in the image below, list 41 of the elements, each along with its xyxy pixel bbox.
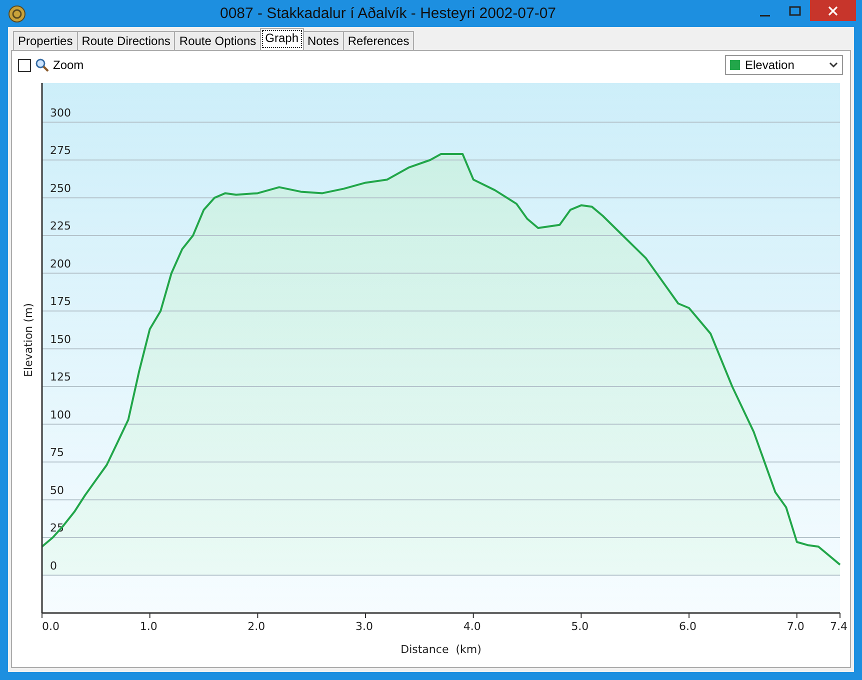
x-tick-label: 3.0 (356, 620, 374, 633)
tab[interactable]: Properties (13, 31, 78, 50)
x-tick-label: 7.0 (786, 620, 804, 633)
y-tick-label: 75 (50, 446, 64, 459)
y-tick-label: 125 (50, 370, 71, 384)
x-tick-label: 1.0 (140, 620, 158, 633)
tab[interactable]: Notes (302, 31, 344, 50)
y-tick-label: 250 (50, 182, 71, 195)
y-tick-label: 150 (50, 332, 71, 346)
y-tick-label: 175 (50, 295, 71, 308)
zoom-checkbox[interactable] (18, 58, 31, 72)
magnifier-icon (35, 58, 49, 72)
tab[interactable]: Route Directions (76, 31, 176, 50)
y-tick-label: 100 (50, 408, 71, 422)
legend-swatch (730, 60, 740, 70)
x-tick-label: 2.0 (248, 620, 266, 633)
y-tick-label: 300 (50, 106, 71, 120)
zoom-label: Zoom (53, 58, 84, 72)
y-axis-title: Elevation (m) (22, 303, 35, 377)
minimize-icon (760, 15, 770, 17)
tab[interactable]: References (342, 31, 414, 50)
window-title: 0087 - Stakkadalur í Aðalvík - Hesteyri 2002-07-07 (218, 5, 557, 22)
y-tick-label: 0 (50, 559, 57, 572)
close-button[interactable] (810, 0, 856, 21)
series-dropdown[interactable]: Elevation (725, 55, 843, 75)
tab[interactable]: Graph (260, 28, 304, 50)
close-icon (828, 6, 838, 16)
y-tick-label: 225 (50, 220, 71, 232)
y-tick-label: 200 (50, 257, 71, 270)
chevron-icon (829, 62, 838, 68)
maximize-icon (789, 6, 801, 16)
x-tick-label: 6.0 (679, 620, 697, 633)
x-tick-label: 0.0 (42, 620, 60, 633)
app-icon (8, 4, 26, 22)
x-tick-label: 7.4 (830, 620, 848, 633)
x-tick-label: 4.0 (463, 620, 481, 633)
x-axis-title: Distance (km) (400, 643, 482, 656)
x-tick-label: 5.0 (571, 620, 589, 633)
y-tick-label: 50 (50, 484, 64, 497)
y-tick-label: 275 (50, 144, 71, 157)
tab[interactable]: Route Options (174, 31, 262, 50)
